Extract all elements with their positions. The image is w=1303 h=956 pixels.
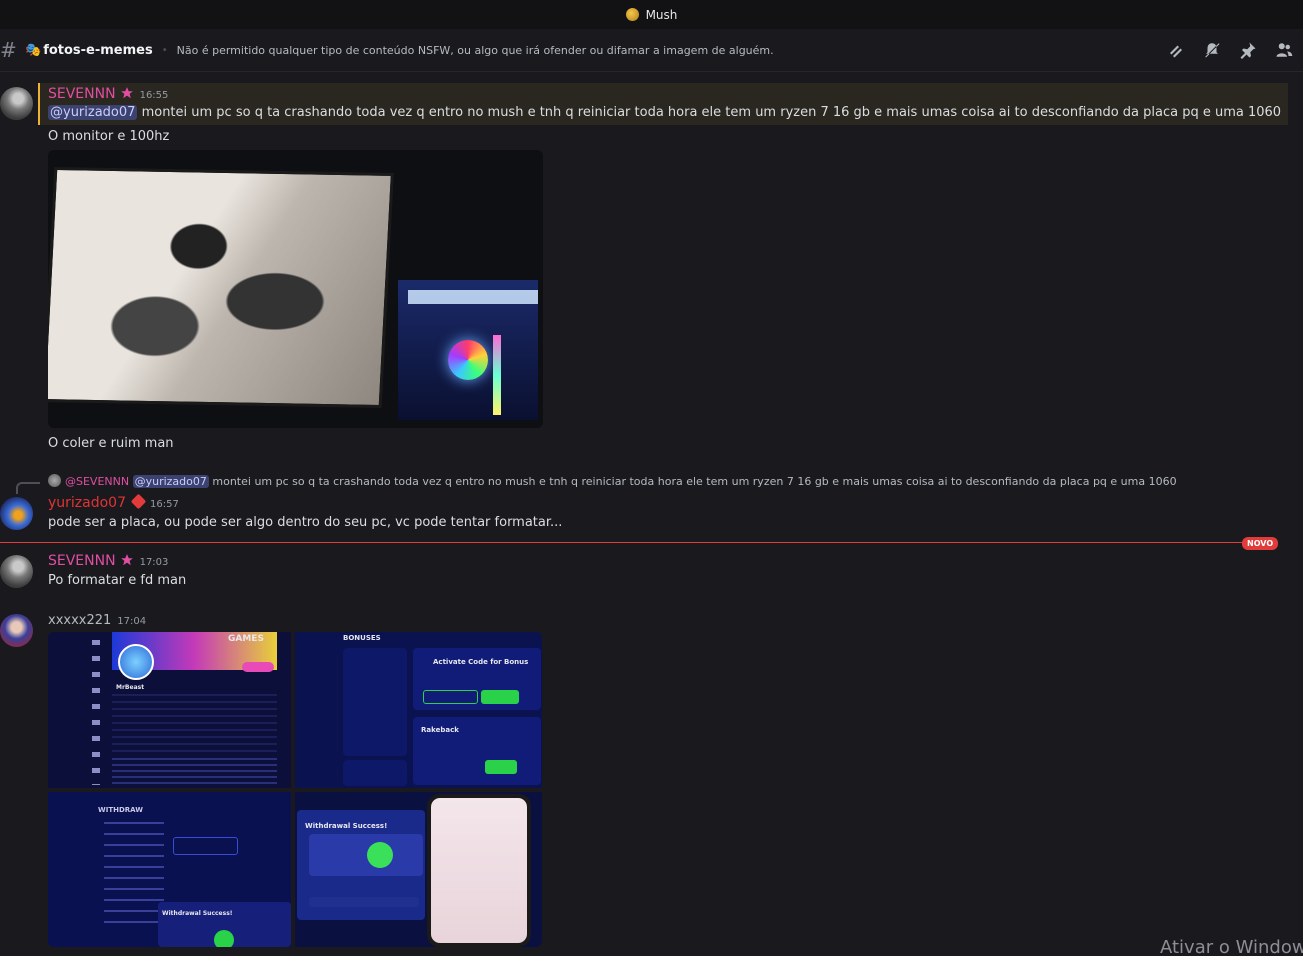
image-attachment-pc[interactable]	[48, 150, 543, 428]
channel-name[interactable]: fotos-e-memes	[43, 43, 153, 58]
withdraw-success: Withdrawal Success!	[305, 822, 388, 830]
user-mention[interactable]: @yurizado07	[48, 105, 138, 120]
timestamp: 17:04	[117, 616, 147, 627]
nav-icons	[92, 640, 100, 785]
withdraw-title: WITHDRAW	[98, 806, 143, 814]
post-lines	[112, 758, 277, 788]
message-header: yurizado07 16:57	[48, 493, 179, 511]
message-text: Po formatar e fd man	[48, 573, 187, 588]
code-input	[423, 690, 478, 704]
profile-avatar	[118, 644, 154, 680]
activation-watermark: Ativar o Window	[1160, 937, 1303, 956]
message-header: xxxxx221 17:04	[48, 612, 146, 628]
rgb-light-bar	[408, 290, 538, 304]
avatar[interactable]	[0, 87, 33, 120]
success-check	[214, 930, 234, 947]
image-attachment-withdraw[interactable]: WITHDRAW Withdrawal Success!	[48, 792, 291, 947]
image-attachment-bonuses[interactable]: BONUSES Activate Code for Bonus Rakeback	[295, 632, 542, 788]
activate-title: Activate Code for Bonus	[433, 658, 529, 666]
message-text: O monitor e 100hz	[48, 129, 170, 144]
games-title: GAMES	[228, 634, 264, 644]
message-list: SEVENNN 16:55 @yurizado07 montei um pc so…	[0, 73, 1303, 956]
withdraw-menu	[104, 822, 164, 932]
reply-preview[interactable]: @SEVENNN @yurizado07 montei um pc so q t…	[48, 474, 1177, 488]
success-check	[367, 842, 393, 868]
crypto-selector	[173, 837, 238, 855]
reply-author[interactable]: @SEVENNN	[65, 475, 129, 488]
username[interactable]: yurizado07	[48, 495, 126, 511]
message-text: pode ser a placa, ou pode ser algo dentr…	[48, 515, 563, 530]
avatar[interactable]	[0, 497, 33, 530]
rakeback-title: Rakeback	[421, 726, 459, 734]
channel-emoji: 🎭	[25, 42, 42, 58]
bonuses-title: BONUSES	[343, 634, 381, 642]
username[interactable]: xxxxx221	[48, 613, 111, 628]
reply-connector	[16, 482, 40, 494]
claim-button	[485, 760, 517, 774]
members-icon[interactable]	[1275, 41, 1293, 59]
new-messages-divider	[0, 542, 1276, 543]
timestamp: 16:57	[150, 499, 179, 510]
profile-name: MrBeast	[116, 684, 145, 691]
activate-button	[481, 690, 519, 704]
reply-text: montei um pc so q ta crashando toda vez …	[212, 475, 1177, 488]
success-banner	[309, 834, 423, 876]
message-text: O coler e ruim man	[48, 436, 174, 451]
reply-avatar	[48, 474, 61, 487]
channel-topic[interactable]: Não é permitido qualquer tipo de conteúd…	[177, 44, 774, 57]
avatar[interactable]	[0, 555, 33, 588]
profile-text-lines	[112, 694, 277, 754]
window-title: Mush	[645, 7, 678, 22]
subscribe-pill	[242, 662, 274, 672]
username[interactable]: SEVENNN	[48, 86, 116, 102]
monitor-photo	[48, 166, 394, 409]
user-mention[interactable]: @yurizado07	[132, 475, 209, 488]
threads-icon[interactable]	[1167, 41, 1185, 59]
new-badge: NOVO	[1242, 537, 1279, 550]
hash-icon: #	[0, 38, 17, 62]
channel-toolbar	[1167, 41, 1293, 59]
timestamp: 16:55	[139, 90, 169, 101]
message-text: montei um pc so q ta crashando toda vez …	[141, 105, 1282, 120]
image-attachment-phone[interactable]: Withdrawal Success!	[295, 792, 542, 947]
continue-button	[309, 897, 419, 907]
server-icon	[625, 8, 639, 21]
role-diamond-icon	[130, 493, 147, 510]
message-header: SEVENNN 17:03	[48, 553, 168, 569]
image-attachment-profile[interactable]: GAMES MrBeast	[48, 632, 291, 788]
channel-header: # 🎭 fotos-e-memes • Não é permitido qual…	[0, 29, 1303, 72]
phone-photo	[427, 794, 531, 947]
avatar[interactable]	[0, 614, 33, 647]
role-star-icon	[120, 87, 133, 99]
role-star-icon	[120, 554, 133, 566]
message-content: @yurizado07 montei um pc so q ta crashan…	[48, 105, 1281, 120]
message-header: SEVENNN 16:55	[48, 86, 168, 102]
mute-icon[interactable]	[1203, 41, 1221, 59]
username[interactable]: SEVENNN	[48, 553, 116, 569]
rgb-strip	[493, 335, 501, 415]
question-panel	[343, 760, 407, 786]
timestamp: 17:03	[139, 557, 169, 568]
withdraw-success-small: Withdrawal Success!	[162, 910, 233, 917]
pin-icon[interactable]	[1239, 41, 1257, 59]
separator-dot: •	[161, 44, 168, 56]
rgb-fan	[448, 340, 488, 380]
window-titlebar: Mush	[0, 0, 1303, 29]
bonus-menu	[343, 648, 407, 756]
